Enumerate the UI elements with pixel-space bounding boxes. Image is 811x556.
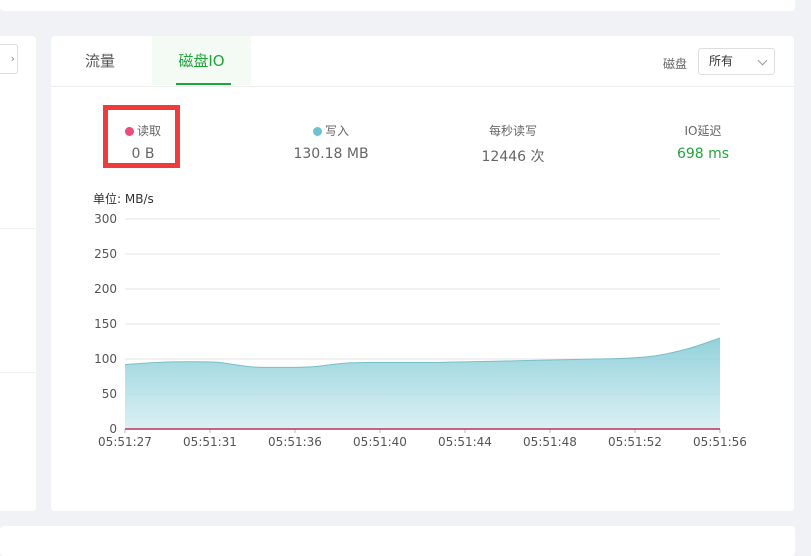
x-tick-label: 05:51:31 xyxy=(183,435,237,449)
top-panel xyxy=(0,0,795,11)
y-tick-label: 250 xyxy=(94,247,117,261)
left-panel: › xyxy=(0,36,36,511)
bottom-panel xyxy=(0,526,795,556)
y-tick-label: 150 xyxy=(94,317,117,331)
x-tick-label: 05:51:56 xyxy=(693,435,747,449)
disk-io-card: 流量 磁盘IO 磁盘 所有 读取 0 B 写入 130.18 MB 每秒读写 1… xyxy=(51,36,794,511)
divider xyxy=(0,228,36,229)
x-tick-label: 05:51:48 xyxy=(523,435,577,449)
x-tick-label: 05:51:52 xyxy=(608,435,662,449)
y-tick-label: 50 xyxy=(102,387,117,401)
x-tick-label: 05:51:40 xyxy=(353,435,407,449)
y-tick-label: 200 xyxy=(94,282,117,296)
left-panel-button[interactable]: › xyxy=(0,44,18,74)
io-chart: 300 250 200 150 100 50 0 05:51:27 05:51:31 05:51… xyxy=(94,212,747,449)
series-write-area xyxy=(125,338,720,429)
x-tick-label: 05:51:44 xyxy=(438,435,492,449)
x-tick-label: 05:51:36 xyxy=(268,435,322,449)
x-tick-label: 05:51:27 xyxy=(98,435,152,449)
y-tick-label: 100 xyxy=(94,352,117,366)
y-tick-label: 300 xyxy=(94,212,117,226)
y-tick-label: 0 xyxy=(109,422,117,436)
divider xyxy=(0,372,36,373)
